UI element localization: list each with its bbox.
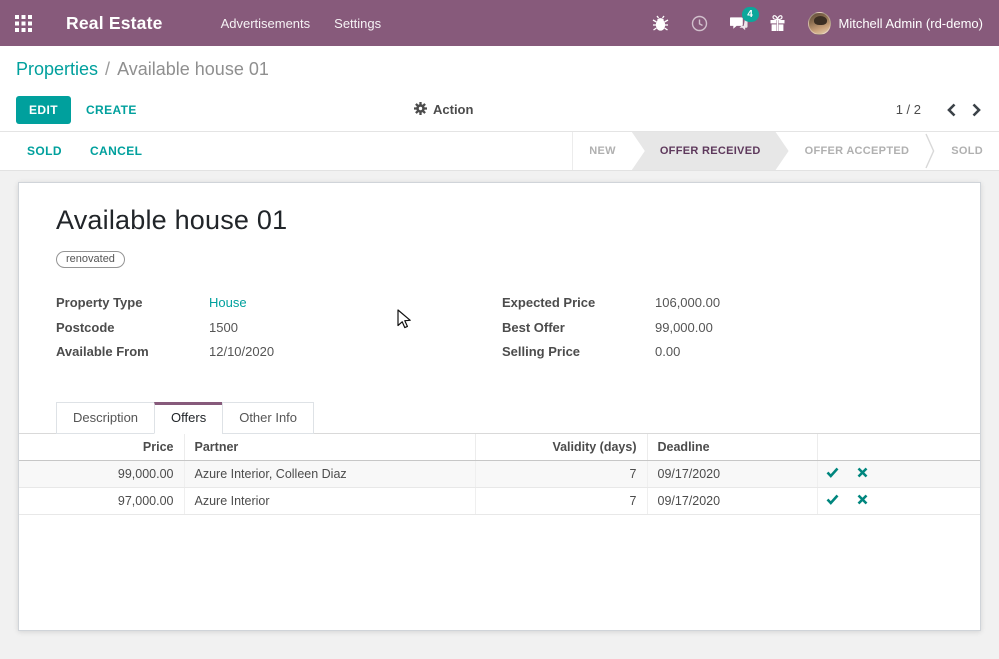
notebook-tabs: Description Offers Other Info [19,402,980,434]
offer-deadline[interactable]: 09/17/2020 [647,460,817,487]
action-menu-label: Action [433,102,473,117]
field-selling-price: Selling Price 0.00 [502,344,943,369]
sold-button[interactable]: SOLD [27,144,62,158]
step-offer-received[interactable]: OFFER RECEIVED [632,132,789,170]
clock-icon[interactable] [691,14,709,32]
user-avatar [808,12,831,35]
breadcrumb-separator: / [105,59,110,80]
column-filler [878,434,980,461]
statusbar-buttons: SOLD CANCEL [0,132,142,170]
message-count-badge: 4 [742,7,759,22]
menu-advertisements[interactable]: Advertisements [221,16,311,31]
tab-other-info[interactable]: Other Info [222,402,314,434]
field-postcode: Postcode 1500 [56,320,502,345]
offer-row[interactable]: 99,000.00 Azure Interior, Colleen Diaz 7… [19,460,980,487]
postcode-value: 1500 [209,320,238,335]
navbar-left: Real Estate Advertisements Settings [0,0,381,46]
offer-partner[interactable]: Azure Interior [184,487,475,514]
property-type-link[interactable]: House [209,295,247,310]
edit-button[interactable]: EDIT [16,96,71,124]
menu-settings[interactable]: Settings [334,16,381,31]
step-sold[interactable]: SOLD [935,132,999,170]
offer-validity[interactable]: 7 [475,487,647,514]
offer-price[interactable]: 99,000.00 [19,460,184,487]
statusbar-steps: NEW OFFER RECEIVED OFFER ACCEPTED SOLD [572,132,999,170]
offer-row[interactable]: 97,000.00 Azure Interior 7 09/17/2020 [19,487,980,514]
field-best-offer: Best Offer 99,000.00 [502,320,943,345]
step-chevron-separator [925,132,935,170]
screen: Real Estate Advertisements Settings [0,0,999,658]
step-new[interactable]: NEW [573,132,632,170]
field-group: Property Type House Postcode 1500 Availa… [56,295,943,369]
field-available-from: Available From 12/10/2020 [56,344,502,369]
refuse-offer-icon[interactable] [847,487,878,514]
pager-next-button[interactable] [970,101,983,119]
field-label: Property Type [56,295,209,310]
offers-table-header: Price Partner Validity (days) Deadline [19,434,980,461]
pager-previous-button[interactable] [945,101,958,119]
top-menu: Advertisements Settings [221,16,382,31]
field-label: Best Offer [502,320,655,335]
column-deadline[interactable]: Deadline [647,434,817,461]
gear-icon [414,102,427,118]
offer-partner[interactable]: Azure Interior, Colleen Diaz [184,460,475,487]
field-label: Expected Price [502,295,655,310]
field-property-type: Property Type House [56,295,502,320]
pager: 1 / 2 [896,101,983,119]
column-refuse [847,434,878,461]
form-sheet: Available house 01 renovated Property Ty… [18,182,981,631]
breadcrumb-parent-link[interactable]: Properties [16,59,98,80]
user-name: Mitchell Admin (rd-demo) [839,16,984,31]
best-offer-value: 99,000.00 [655,320,713,335]
step-offer-accepted[interactable]: OFFER ACCEPTED [789,132,926,170]
pager-value: 1 / 2 [896,102,921,117]
field-group-left: Property Type House Postcode 1500 Availa… [56,295,502,369]
field-label: Selling Price [502,344,655,359]
column-partner[interactable]: Partner [184,434,475,461]
chat-icon[interactable]: 4 [730,14,748,32]
breadcrumb-current: Available house 01 [117,59,269,80]
create-button[interactable]: CREATE [86,103,137,117]
apps-grid-icon[interactable] [0,0,46,46]
offer-price[interactable]: 97,000.00 [19,487,184,514]
available-from-value: 12/10/2020 [209,344,274,359]
breadcrumb: Properties / Available house 01 [0,46,999,88]
offers-table: Price Partner Validity (days) Deadline 9… [19,434,980,515]
tab-description[interactable]: Description [56,402,155,434]
tag-renovated[interactable]: renovated [56,251,125,268]
form-view: Available house 01 renovated Property Ty… [0,171,999,659]
accept-offer-icon[interactable] [817,487,847,514]
user-menu[interactable]: Mitchell Admin (rd-demo) [808,12,984,35]
gift-icon[interactable] [769,14,787,32]
expected-price-value: 106,000.00 [655,295,720,310]
control-panel: Properties / Available house 01 EDIT CRE… [0,46,999,132]
action-menu-button[interactable]: Action [414,88,473,131]
offer-validity[interactable]: 7 [475,460,647,487]
record-title: Available house 01 [56,205,943,236]
cancel-button[interactable]: CANCEL [90,144,142,158]
control-panel-buttons: EDIT CREATE [0,88,999,131]
app-brand[interactable]: Real Estate [66,13,163,34]
column-accept [817,434,847,461]
tab-offers[interactable]: Offers [154,402,223,434]
selling-price-value: 0.00 [655,344,680,359]
accept-offer-icon[interactable] [817,460,847,487]
field-expected-price: Expected Price 106,000.00 [502,295,943,320]
statusbar: SOLD CANCEL NEW OFFER RECEIVED OFFER ACC… [0,132,999,171]
systray: 4 Mitchell Admin (rd-demo) [652,12,990,35]
field-group-right: Expected Price 106,000.00 Best Offer 99,… [502,295,943,369]
column-price[interactable]: Price [19,434,184,461]
bug-icon[interactable] [652,14,670,32]
column-validity[interactable]: Validity (days) [475,434,647,461]
refuse-offer-icon[interactable] [847,460,878,487]
field-label: Postcode [56,320,209,335]
top-navbar: Real Estate Advertisements Settings [0,0,999,46]
field-label: Available From [56,344,209,359]
offer-deadline[interactable]: 09/17/2020 [647,487,817,514]
